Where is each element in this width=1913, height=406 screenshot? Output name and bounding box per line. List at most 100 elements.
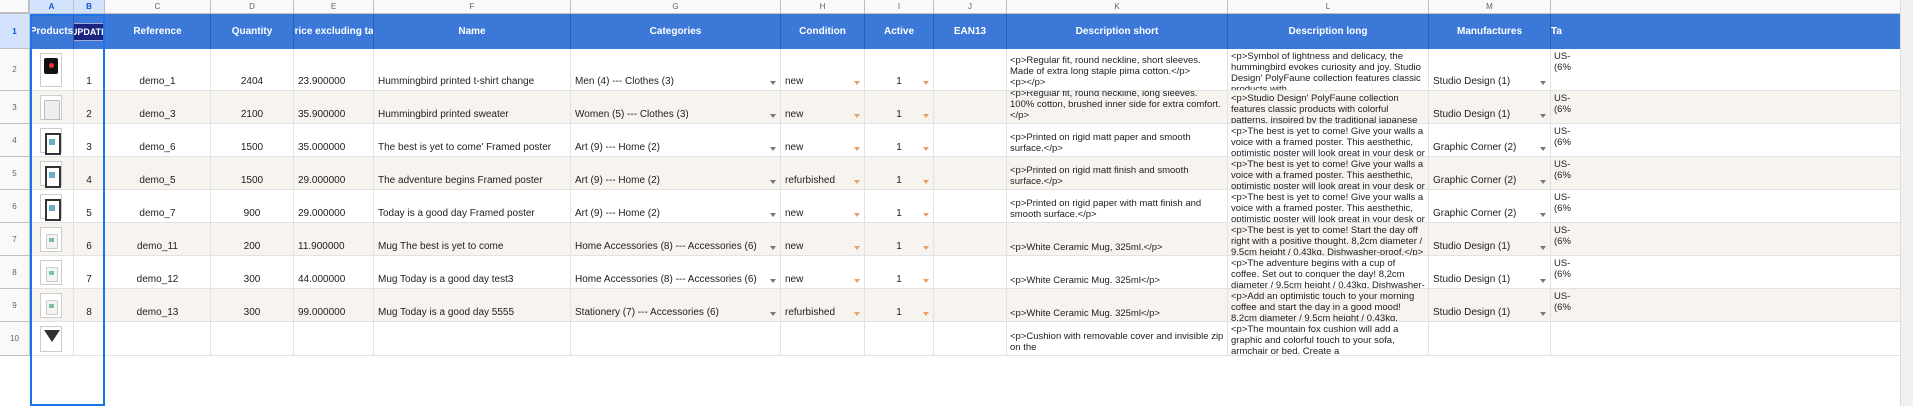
cell-condition[interactable]: new <box>781 223 865 256</box>
cell-active[interactable]: 1 <box>865 289 934 322</box>
cell-reference[interactable]: demo_7 <box>105 190 211 223</box>
cell-price[interactable]: 29.000000 <box>294 157 374 190</box>
row-header-2[interactable]: 2 <box>0 49 30 91</box>
cell-manufacturer[interactable]: Studio Design (1) <box>1429 49 1551 91</box>
cell-desc_short[interactable]: <p>White Ceramic Mug. 325ml</p> <box>1007 289 1228 322</box>
cell-condition[interactable] <box>781 322 865 356</box>
product-image-cell[interactable] <box>30 322 74 356</box>
cell-ean13[interactable] <box>934 157 1007 190</box>
cell-name[interactable]: Mug The best is yet to come <box>374 223 571 256</box>
cell-categories[interactable]: Home Accessories (8) --- Accessories (6) <box>571 223 781 256</box>
cell-desc_long[interactable]: <p>The best is yet to come! Start the da… <box>1228 223 1429 256</box>
row-header-4[interactable]: 4 <box>0 124 30 157</box>
column-header-g[interactable]: G <box>571 0 781 14</box>
cell-id[interactable]: 4 <box>74 157 105 190</box>
dropdown-arrow-icon[interactable] <box>923 213 929 217</box>
cell-name[interactable]: The best is yet to come' Framed poster <box>374 124 571 157</box>
cell-tax[interactable] <box>1551 322 1913 356</box>
cell-categories[interactable]: Stationery (7) --- Accessories (6) <box>571 289 781 322</box>
product-image-cell[interactable] <box>30 124 74 157</box>
cell-active[interactable]: 1 <box>865 256 934 289</box>
product-image-cell[interactable] <box>30 223 74 256</box>
dropdown-arrow-icon[interactable] <box>1540 246 1546 250</box>
cell-condition[interactable]: new <box>781 124 865 157</box>
cell-reference[interactable] <box>105 322 211 356</box>
cell-condition[interactable]: new <box>781 49 865 91</box>
dropdown-arrow-icon[interactable] <box>770 147 776 151</box>
cell-quantity[interactable] <box>211 322 294 356</box>
select-all-corner[interactable] <box>0 0 30 14</box>
cell-desc_long[interactable]: <p>The best is yet to come! Give your wa… <box>1228 124 1429 157</box>
cell-ean13[interactable] <box>934 322 1007 356</box>
row-header-10[interactable]: 10 <box>0 322 30 356</box>
cell-active[interactable]: 1 <box>865 157 934 190</box>
cell-name[interactable] <box>374 322 571 356</box>
cell-desc_long[interactable]: <p>Add an optimistic touch to your morni… <box>1228 289 1429 322</box>
dropdown-arrow-icon[interactable] <box>1540 279 1546 283</box>
dropdown-arrow-icon[interactable] <box>923 312 929 316</box>
cell-quantity[interactable]: 1500 <box>211 157 294 190</box>
cell-id[interactable] <box>74 322 105 356</box>
row-header-6[interactable]: 6 <box>0 190 30 223</box>
cell-ean13[interactable] <box>934 49 1007 91</box>
cell-tax[interactable]: US- (6% <box>1551 124 1913 157</box>
cell-quantity[interactable]: 300 <box>211 289 294 322</box>
cell-desc_short[interactable]: <p>White Ceramic Mug, 325ml.</p> <box>1007 223 1228 256</box>
column-header-f[interactable]: F <box>374 0 571 14</box>
cell-desc_long[interactable]: <p>The best is yet to come! Give your wa… <box>1228 157 1429 190</box>
dropdown-arrow-icon[interactable] <box>854 312 860 316</box>
cell-name[interactable]: Hummingbird printed sweater <box>374 91 571 124</box>
row-header-5[interactable]: 5 <box>0 157 30 190</box>
cell-desc_long[interactable]: <p>Studio Design' PolyFaune collection f… <box>1228 91 1429 124</box>
cell-price[interactable]: 44.000000 <box>294 256 374 289</box>
cell-reference[interactable]: demo_11 <box>105 223 211 256</box>
dropdown-arrow-icon[interactable] <box>770 114 776 118</box>
cell-reference[interactable]: demo_13 <box>105 289 211 322</box>
dropdown-arrow-icon[interactable] <box>1540 180 1546 184</box>
cell-id[interactable]: 3 <box>74 124 105 157</box>
dropdown-arrow-icon[interactable] <box>923 147 929 151</box>
cell-id[interactable]: 1 <box>74 49 105 91</box>
row-header-1[interactable]: 1 <box>0 14 30 49</box>
cell-categories[interactable]: Women (5) --- Clothes (3) <box>571 91 781 124</box>
dropdown-arrow-icon[interactable] <box>854 279 860 283</box>
column-header-k[interactable]: K <box>1007 0 1228 14</box>
cell-manufacturer[interactable]: Studio Design (1) <box>1429 223 1551 256</box>
cell-categories[interactable]: Men (4) --- Clothes (3) <box>571 49 781 91</box>
row-header-7[interactable]: 7 <box>0 223 30 256</box>
cell-desc_short[interactable]: <p>White Ceramic Mug. 325ml</p> <box>1007 256 1228 289</box>
cell-tax[interactable]: US- (6% <box>1551 157 1913 190</box>
dropdown-arrow-icon[interactable] <box>1540 147 1546 151</box>
column-header-c[interactable]: C <box>105 0 211 14</box>
cell-price[interactable]: 35.000000 <box>294 124 374 157</box>
cell-desc_short[interactable]: <p>Printed on rigid matt finish and smoo… <box>1007 157 1228 190</box>
cell-manufacturer[interactable]: Studio Design (1) <box>1429 91 1551 124</box>
cell-tax[interactable]: US- (6% <box>1551 289 1913 322</box>
cell-desc_short[interactable]: <p>Cushion with removable cover and invi… <box>1007 322 1228 356</box>
cell-condition[interactable]: new <box>781 256 865 289</box>
cell-tax[interactable]: US- (6% <box>1551 91 1913 124</box>
cell-tax[interactable]: US- (6% <box>1551 190 1913 223</box>
cell-categories[interactable]: Art (9) --- Home (2) <box>571 124 781 157</box>
product-image-cell[interactable] <box>30 91 74 124</box>
column-header-b[interactable]: B <box>74 0 105 14</box>
vertical-scrollbar[interactable] <box>1900 0 1913 406</box>
row-header-8[interactable]: 8 <box>0 256 30 289</box>
cell-active[interactable]: 1 <box>865 223 934 256</box>
column-header-j[interactable]: J <box>934 0 1007 14</box>
product-image-cell[interactable] <box>30 289 74 322</box>
product-image-cell[interactable] <box>30 190 74 223</box>
column-header-a[interactable]: A <box>30 0 74 14</box>
cell-id[interactable]: 7 <box>74 256 105 289</box>
column-header-d[interactable]: D <box>211 0 294 14</box>
cell-active[interactable] <box>865 322 934 356</box>
dropdown-arrow-icon[interactable] <box>923 114 929 118</box>
column-header-e[interactable]: E <box>294 0 374 14</box>
cell-tax[interactable]: US- (6% <box>1551 49 1913 91</box>
dropdown-arrow-icon[interactable] <box>923 246 929 250</box>
cell-id[interactable]: 2 <box>74 91 105 124</box>
cell-categories[interactable]: Art (9) --- Home (2) <box>571 157 781 190</box>
cell-name[interactable]: Hummingbird printed t-shirt change <box>374 49 571 91</box>
dropdown-arrow-icon[interactable] <box>854 147 860 151</box>
cell-active[interactable]: 1 <box>865 91 934 124</box>
